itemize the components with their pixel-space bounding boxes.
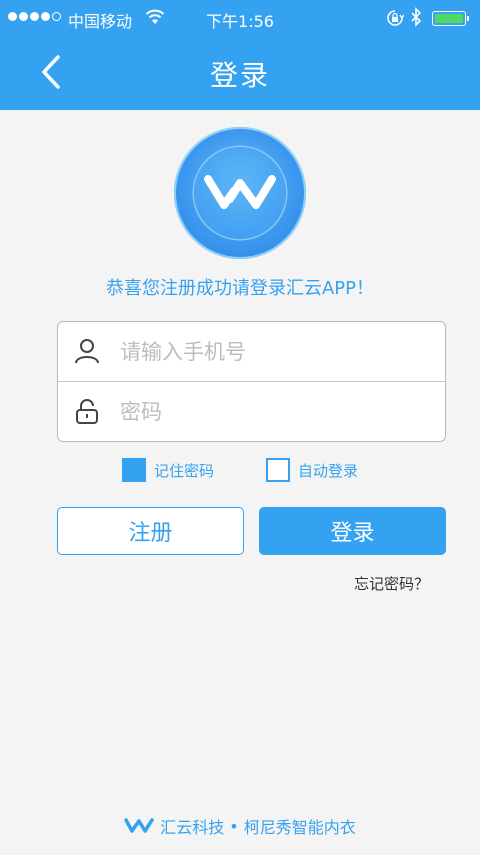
huiyun-small-logo-icon xyxy=(124,818,155,833)
remember-password-checkbox[interactable]: 记住密码 xyxy=(122,458,214,482)
huiyun-logo-icon xyxy=(204,175,276,209)
navigation-bar: 登录 xyxy=(0,36,480,110)
welcome-message: 恭喜您注册成功请登录汇云APP！ xyxy=(105,278,375,299)
password-row xyxy=(58,382,445,442)
phone-row xyxy=(58,322,445,382)
battery-icon xyxy=(432,11,469,26)
password-input[interactable] xyxy=(120,392,430,432)
forgot-password-link[interactable]: 忘记密码？ xyxy=(354,573,429,594)
bluetooth-icon xyxy=(410,7,422,31)
clock: 下午1:56 xyxy=(206,12,274,31)
remember-password-checkbox-box[interactable] xyxy=(122,458,146,482)
user-icon xyxy=(75,339,99,364)
remember-password-label: 记住密码 xyxy=(154,461,215,480)
footer-brand: 汇云科技 xyxy=(160,818,225,837)
phone-input[interactable] xyxy=(120,332,430,372)
login-button[interactable]: 登录 xyxy=(259,507,446,555)
register-button[interactable]: 注册 xyxy=(57,507,244,555)
status-bar: 中国移动 下午1:56 xyxy=(0,0,480,36)
login-form xyxy=(57,321,446,442)
footer-separator: • xyxy=(229,816,239,836)
lock-icon xyxy=(76,399,98,424)
page-title: 登录 xyxy=(209,59,270,92)
auto-login-checkbox-box[interactable] xyxy=(266,458,290,482)
footer-tagline: 柯尼秀智能内衣 xyxy=(243,818,356,837)
footer: 汇云科技 • 柯尼秀智能内衣 xyxy=(0,814,480,838)
auto-login-label: 自动登录 xyxy=(298,461,359,480)
auto-login-checkbox[interactable]: 自动登录 xyxy=(266,458,358,482)
rotation-lock-icon xyxy=(386,9,405,31)
app-logo xyxy=(174,127,306,259)
